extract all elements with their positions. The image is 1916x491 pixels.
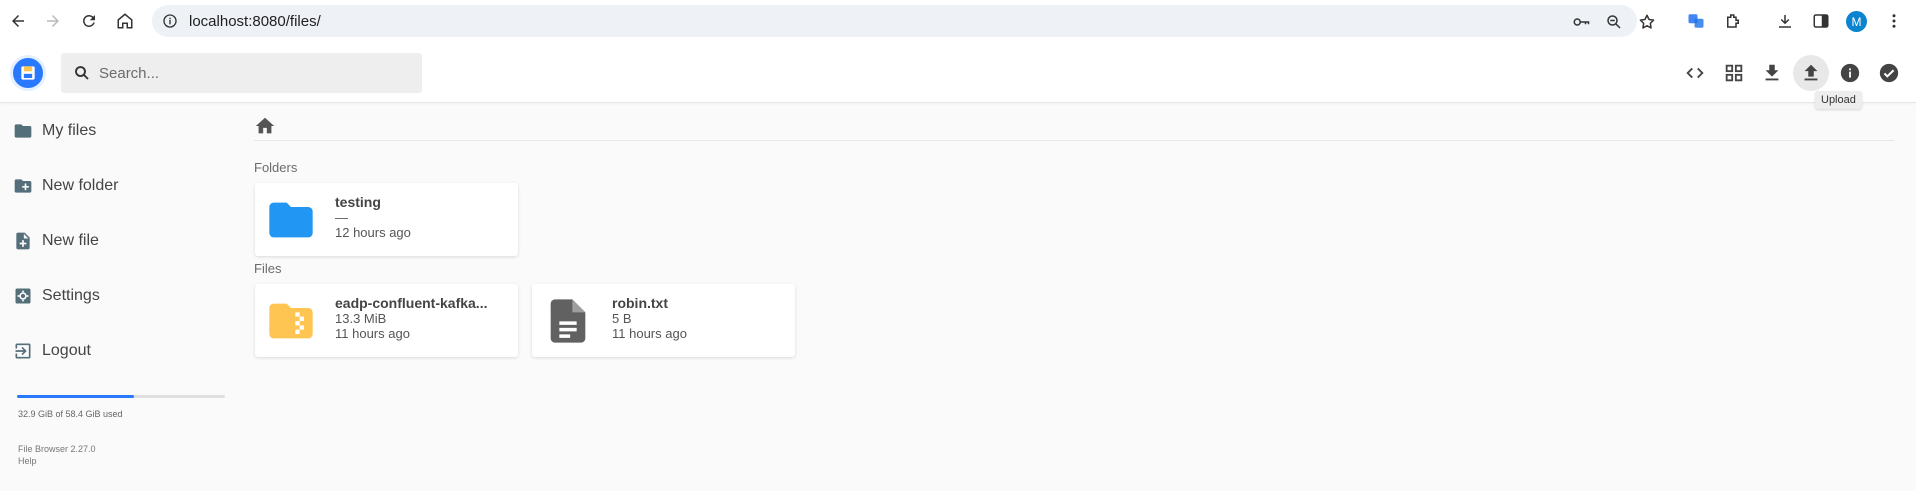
- sidebar-item-label: New file: [42, 232, 99, 249]
- settings-icon: [12, 285, 34, 307]
- sidebar: My files New folder New file Settings Lo…: [0, 103, 230, 491]
- key-icon[interactable]: [1572, 13, 1590, 31]
- code-icon[interactable]: [1677, 55, 1713, 91]
- storage-usage-fill: [17, 395, 135, 398]
- sidebar-item-settings[interactable]: Settings: [0, 274, 230, 318]
- back-icon[interactable]: [6, 9, 30, 33]
- sidebar-item-label: Settings: [42, 287, 100, 304]
- forward-icon[interactable]: [41, 9, 65, 33]
- file-card-eadp-confluent-kafka[interactable]: eadp-confluent-kafka... 13.3 MiB 11 hour…: [255, 284, 518, 357]
- side-panel-icon[interactable]: [1810, 10, 1832, 32]
- search-icon: [75, 66, 89, 80]
- downloads-icon[interactable]: [1774, 10, 1796, 32]
- sidebar-item-label: My files: [42, 122, 97, 139]
- extensions-icon[interactable]: [1722, 10, 1744, 32]
- zoom-icon[interactable]: [1605, 13, 1623, 31]
- home-icon[interactable]: [254, 115, 276, 137]
- folders-heading: Folders: [254, 160, 298, 175]
- file-card-robin-txt[interactable]: robin.txt 5 B 11 hours ago: [532, 284, 795, 357]
- item-size: —: [335, 210, 348, 225]
- item-modified: 12 hours ago: [335, 225, 411, 240]
- browser-toolbar: localhost:8080/files/ M: [0, 0, 1916, 43]
- version-label[interactable]: File Browser 2.27.0: [18, 444, 96, 454]
- sidebar-item-new-file[interactable]: New file: [0, 219, 230, 263]
- item-name: eadp-confluent-kafka...: [335, 295, 488, 311]
- folder-card-testing[interactable]: testing — 12 hours ago: [255, 183, 518, 256]
- note-add-icon: [12, 230, 34, 252]
- storage-usage-text: 32.9 GiB of 58.4 GiB used: [18, 409, 123, 419]
- files-heading: Files: [254, 261, 282, 276]
- item-name: testing: [335, 194, 381, 210]
- search-input[interactable]: [99, 53, 399, 93]
- item-modified: 11 hours ago: [612, 326, 687, 341]
- sidebar-item-new-folder[interactable]: New folder: [0, 164, 230, 208]
- help-link[interactable]: Help: [18, 456, 37, 466]
- item-name: robin.txt: [612, 295, 668, 311]
- download-icon[interactable]: [1754, 55, 1790, 91]
- check-circle-icon[interactable]: [1871, 55, 1907, 91]
- grid-view-icon[interactable]: [1716, 55, 1752, 91]
- url-text: localhost:8080/files/: [189, 13, 321, 30]
- exit-icon: [12, 340, 34, 362]
- item-modified: 11 hours ago: [335, 326, 410, 341]
- sidebar-item-label: Logout: [42, 342, 91, 359]
- breadcrumb: [254, 111, 1894, 141]
- filebrowser-logo[interactable]: [10, 55, 46, 91]
- bookmark-star-icon[interactable]: [1638, 13, 1656, 31]
- upload-icon[interactable]: [1793, 55, 1829, 91]
- profile-avatar[interactable]: M: [1846, 11, 1867, 32]
- create-new-folder-icon: [12, 175, 34, 197]
- menu-kebab-icon[interactable]: [1883, 10, 1905, 32]
- address-bar[interactable]: localhost:8080/files/: [152, 5, 1655, 37]
- folder-icon: [265, 194, 317, 246]
- home-icon[interactable]: [113, 9, 137, 33]
- site-info-icon[interactable]: [162, 13, 178, 29]
- file-listing: Folders testing — 12 hours ago Files ead…: [254, 103, 1894, 491]
- app-header: [0, 43, 1916, 103]
- info-icon[interactable]: [1832, 55, 1868, 91]
- storage-usage-bar: [17, 395, 225, 398]
- zip-folder-icon: [265, 295, 317, 347]
- item-size: 5 B: [612, 311, 632, 326]
- item-size: 13.3 MiB: [335, 311, 387, 326]
- sidebar-item-logout[interactable]: Logout: [0, 329, 230, 373]
- search-box[interactable]: [61, 53, 422, 93]
- sidebar-item-label: New folder: [42, 177, 119, 194]
- sidebar-item-my-files[interactable]: My files: [0, 109, 230, 153]
- folder-icon: [12, 120, 34, 142]
- reload-icon[interactable]: [77, 9, 101, 33]
- text-file-icon: [542, 295, 594, 347]
- translate-extension-icon[interactable]: [1685, 10, 1707, 32]
